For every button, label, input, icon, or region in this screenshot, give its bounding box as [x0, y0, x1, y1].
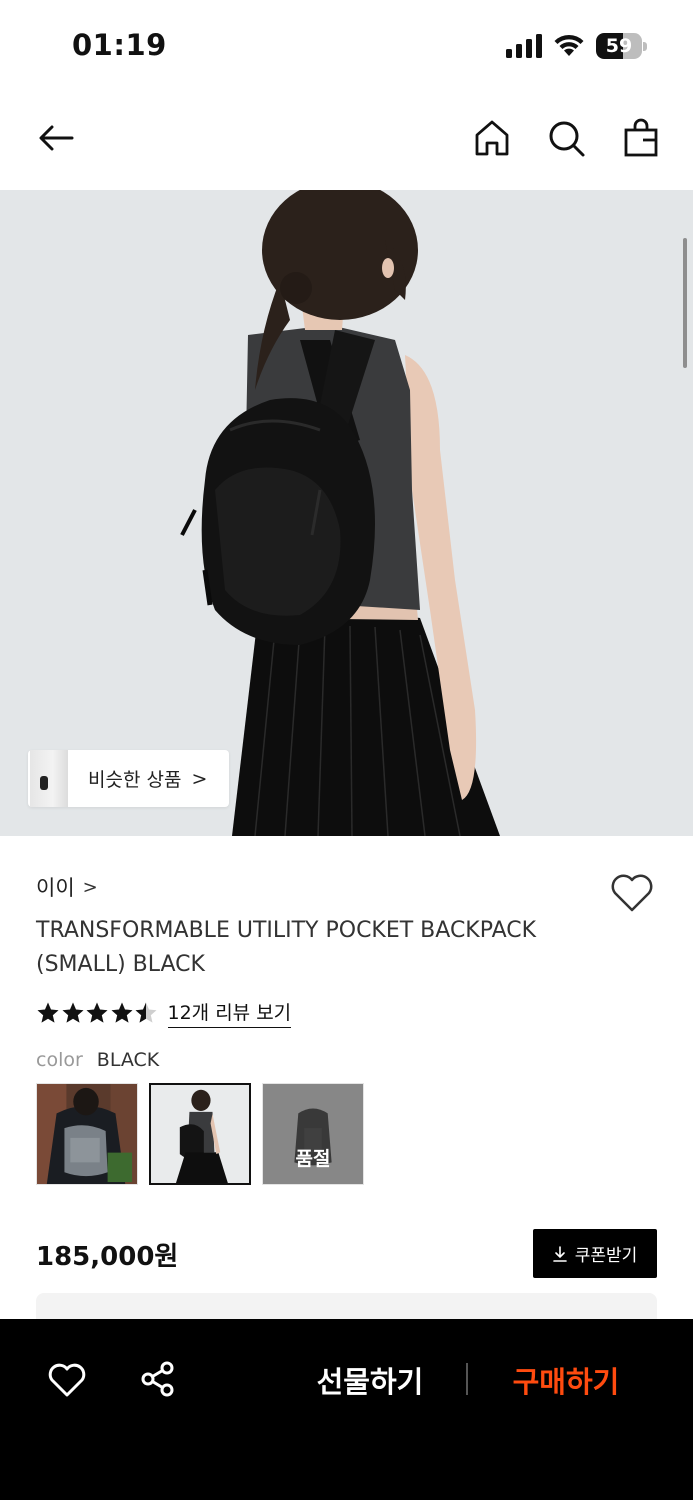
star-full-icon — [37, 1002, 59, 1023]
cellular-signal-icon — [506, 34, 542, 58]
coupon-button[interactable]: 쿠폰받기 — [533, 1229, 657, 1278]
back-button[interactable] — [32, 114, 80, 162]
search-icon — [549, 121, 585, 157]
image-scrollbar[interactable] — [683, 238, 687, 368]
battery-level: 59 — [605, 35, 633, 57]
product-title: TRANSFORMABLE UTILITY POCKET BACKPACK (S… — [36, 918, 537, 977]
wifi-icon — [554, 34, 584, 56]
brand-link[interactable]: 이이 > — [36, 872, 98, 902]
soldout-label: 품절 — [295, 1148, 331, 1170]
chevron-right-icon: > — [82, 876, 98, 898]
review-link[interactable]: 12개 리뷰 보기 — [167, 998, 292, 1028]
similar-products-label: 비슷한 상품 — [88, 769, 182, 791]
model-with-backpack-photo — [0, 190, 693, 836]
star-full-icon — [86, 1002, 108, 1023]
similar-product-thumbnail — [30, 750, 68, 807]
download-icon — [552, 1245, 567, 1262]
color-value: BLACK — [96, 1049, 160, 1071]
star-full-icon — [111, 1002, 132, 1023]
cart-button[interactable] — [617, 114, 665, 162]
color-label: color — [36, 1049, 83, 1071]
black-backpack-thumbnail — [151, 1085, 249, 1183]
swatch-black-backpack[interactable] — [149, 1083, 251, 1185]
rating-row: 12개 리뷰 보기 — [36, 998, 292, 1028]
product-hero-image[interactable]: 비슷한 상품 > — [0, 190, 693, 836]
buy-button[interactable]: 구매하기 — [496, 1359, 636, 1401]
home-icon — [475, 120, 509, 156]
battery-icon: 59 — [596, 33, 648, 59]
gift-button[interactable]: 선물하기 — [300, 1359, 440, 1401]
star-rating — [36, 1001, 159, 1025]
brand-name: 이이 — [36, 876, 75, 900]
star-half-icon — [135, 1002, 157, 1023]
grey-backpack-thumbnail — [37, 1084, 137, 1184]
heart-icon[interactable] — [609, 872, 655, 914]
product-price: 185,000원 — [36, 1242, 179, 1272]
back-arrow-icon — [39, 125, 74, 151]
swatch-grey-backpack[interactable] — [36, 1083, 138, 1185]
chevron-right-icon: > — [191, 767, 208, 790]
home-button[interactable] — [468, 114, 516, 162]
share-icon[interactable] — [139, 1360, 177, 1398]
swatch-soldout[interactable]: 품절 — [262, 1083, 364, 1185]
top-nav-bar — [0, 92, 693, 190]
bottom-action-bar: 선물하기 구매하기 — [0, 1319, 693, 1500]
status-time: 01:19 — [72, 28, 167, 62]
color-swatches: 품절 — [36, 1083, 375, 1185]
shopping-bag-icon — [624, 118, 658, 157]
star-full-icon — [62, 1002, 83, 1023]
status-bar: 01:19 59 — [0, 0, 693, 92]
color-row: color BLACK — [36, 1049, 159, 1071]
search-button[interactable] — [542, 114, 590, 162]
divider — [466, 1363, 468, 1395]
coupon-label: 쿠폰받기 — [574, 1246, 638, 1266]
similar-products-button[interactable]: 비슷한 상품 > — [28, 750, 229, 807]
heart-icon[interactable] — [47, 1362, 87, 1398]
